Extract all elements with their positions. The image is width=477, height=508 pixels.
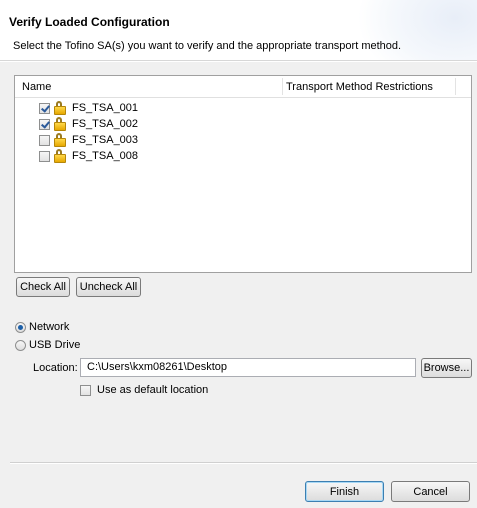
network-radio-label: Network [29, 321, 70, 333]
table-row[interactable]: FS_TSA_002 [39, 116, 138, 132]
browse-button[interactable]: Browse... [421, 358, 472, 378]
table-row[interactable]: FS_TSA_008 [39, 148, 138, 164]
usb-radio-option[interactable]: USB Drive [15, 338, 80, 352]
tsa-table[interactable]: Name Transport Method Restrictions FS_TS… [14, 75, 472, 273]
footer-separator-highlight [10, 463, 477, 464]
default-location-label: Use as default location [97, 384, 209, 396]
lock-icon [53, 149, 67, 163]
lock-icon [53, 133, 67, 147]
usb-radio-label: USB Drive [29, 339, 81, 351]
row-checkbox[interactable] [39, 150, 50, 162]
column-header-name[interactable]: Name [22, 81, 51, 93]
dialog-header: Verify Loaded Configuration Select the T… [0, 0, 477, 61]
header-separator [0, 61, 477, 62]
column-header-transport[interactable]: Transport Method Restrictions [286, 81, 433, 93]
dialog-description: Select the Tofino SA(s) you want to veri… [13, 40, 402, 52]
row-checkbox[interactable] [39, 102, 50, 114]
dialog-title: Verify Loaded Configuration [9, 15, 170, 29]
row-checkbox[interactable] [39, 134, 50, 146]
table-row[interactable]: FS_TSA_001 [39, 100, 138, 116]
default-location-checkbox[interactable] [80, 384, 91, 396]
usb-radio[interactable] [15, 339, 26, 351]
table-row[interactable]: FS_TSA_003 [39, 132, 138, 148]
row-name: FS_TSA_001 [72, 102, 139, 114]
row-checkbox[interactable] [39, 118, 50, 130]
row-name: FS_TSA_008 [72, 150, 139, 162]
check-all-button[interactable]: Check All [16, 277, 70, 297]
verify-config-dialog: Verify Loaded Configuration Select the T… [0, 0, 477, 508]
network-radio-option[interactable]: Network [15, 320, 69, 334]
table-header: Name Transport Method Restrictions [15, 76, 471, 98]
lock-icon [53, 101, 67, 115]
location-input[interactable]: C:\Users\kxm08261\Desktop [80, 358, 416, 377]
uncheck-all-button[interactable]: Uncheck All [76, 277, 141, 297]
location-label: Location: [33, 362, 78, 374]
row-name: FS_TSA_002 [72, 118, 139, 130]
finish-button[interactable]: Finish [305, 481, 384, 502]
column-divider[interactable] [455, 78, 456, 95]
column-divider[interactable] [282, 78, 283, 95]
network-radio[interactable] [15, 321, 26, 333]
default-location-option[interactable]: Use as default location [80, 383, 208, 397]
lock-icon [53, 117, 67, 131]
cancel-button[interactable]: Cancel [391, 481, 470, 502]
row-name: FS_TSA_003 [72, 134, 139, 146]
